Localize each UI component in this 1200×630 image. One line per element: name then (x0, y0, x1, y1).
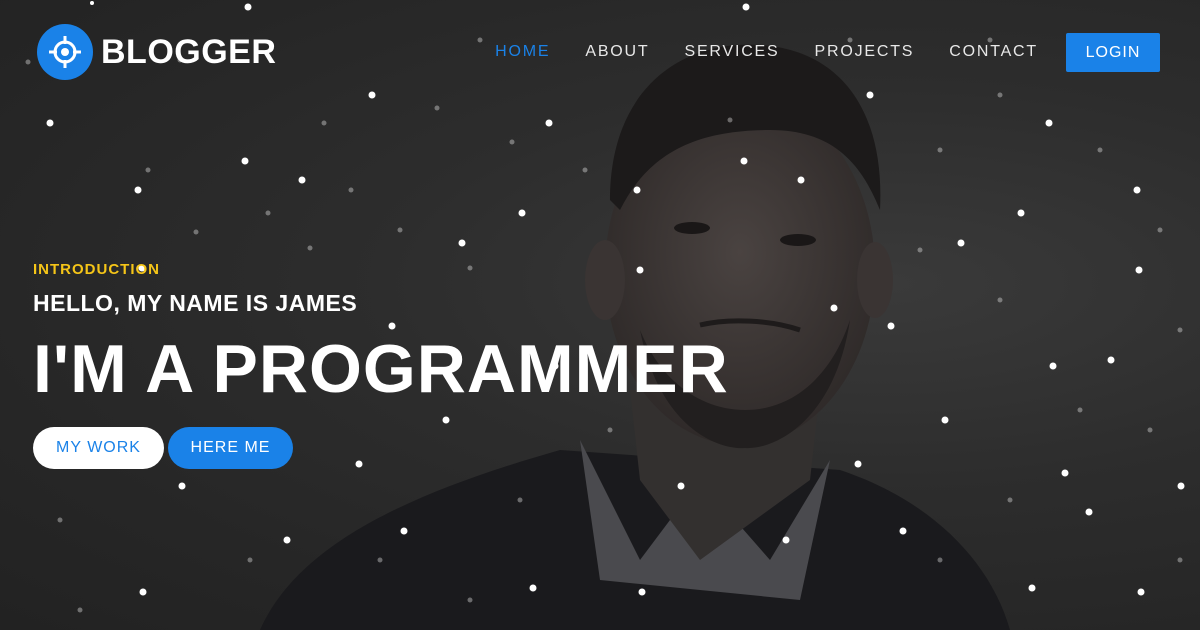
brand-name: BLOGGER (101, 32, 277, 71)
nav-item-about[interactable]: ABOUT (585, 42, 649, 62)
crosshair-icon (37, 24, 93, 80)
nav-item-services[interactable]: SERVICES (684, 42, 779, 62)
nav-item-contact[interactable]: CONTACT (949, 42, 1038, 62)
here-me-button[interactable]: HERE ME (168, 427, 293, 469)
site-header: BLOGGER HOME ABOUT SERVICES PROJECTS CON… (0, 0, 1200, 105)
nav-item-projects[interactable]: PROJECTS (815, 42, 915, 62)
login-button[interactable]: LOGIN (1066, 33, 1160, 72)
hero-section: BLOGGER HOME ABOUT SERVICES PROJECTS CON… (0, 0, 1200, 630)
my-work-button[interactable]: MY WORK (33, 427, 164, 469)
main-nav: HOME ABOUT SERVICES PROJECTS CONTACT (460, 42, 1038, 62)
brand-logo[interactable]: BLOGGER (37, 24, 276, 80)
hero-greeting: HELLO, MY NAME IS JAMES (33, 290, 358, 316)
nav-item-home[interactable]: HOME (495, 42, 550, 62)
hero-eyebrow: INTRODUCTION (33, 261, 160, 278)
hero-headline: I'M A PROGRAMMER (33, 331, 729, 407)
